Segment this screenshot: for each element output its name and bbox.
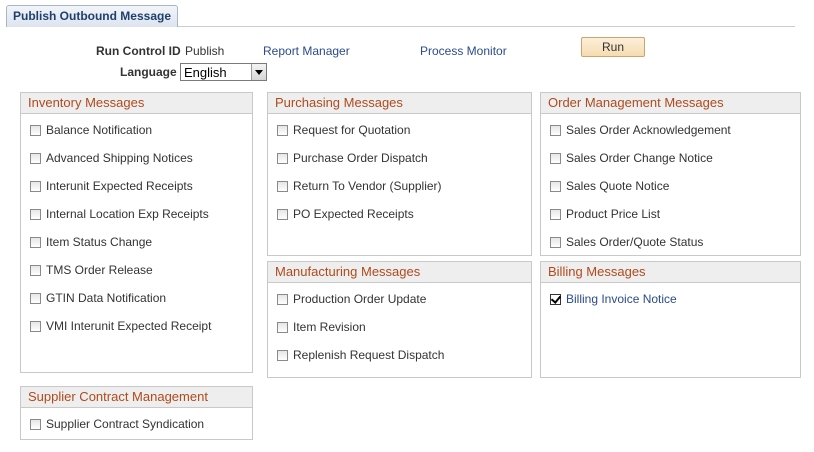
checkbox-item[interactable]: GTIN Data Notification	[30, 290, 166, 306]
checkbox-icon[interactable]	[30, 124, 41, 136]
checkbox-item[interactable]: Balance Notification	[30, 122, 152, 138]
checkbox-item[interactable]: Billing Invoice Notice	[550, 291, 677, 307]
checkbox-item[interactable]: PO Expected Receipts	[277, 206, 414, 222]
checkbox-icon[interactable]	[550, 180, 561, 192]
language-select[interactable]: English	[180, 63, 267, 81]
tab-divider	[178, 26, 795, 27]
checkbox-icon[interactable]	[277, 321, 288, 333]
process-monitor-link[interactable]: Process Monitor	[420, 44, 507, 58]
checkbox-item[interactable]: TMS Order Release	[30, 262, 153, 278]
checkbox-item[interactable]: Interunit Expected Receipts	[30, 178, 193, 194]
run-control-id-label: Run Control ID	[96, 44, 181, 58]
checkbox-label[interactable]: Product Price List	[566, 207, 660, 221]
checkbox-label[interactable]: Item Revision	[293, 320, 366, 334]
checkbox-checked-icon[interactable]	[550, 293, 561, 305]
checkbox-icon[interactable]	[30, 236, 41, 248]
checkbox-icon[interactable]	[30, 264, 41, 276]
group-title: Manufacturing Messages	[268, 262, 531, 283]
checkbox-icon[interactable]	[30, 418, 41, 430]
checkbox-icon[interactable]	[30, 292, 41, 304]
checkbox-item[interactable]: Request for Quotation	[277, 122, 410, 138]
checkbox-label[interactable]: Supplier Contract Syndication	[46, 417, 204, 431]
report-manager-link[interactable]: Report Manager	[263, 44, 350, 58]
checkbox-icon[interactable]	[550, 124, 561, 136]
checkbox-label[interactable]: Billing Invoice Notice	[566, 292, 677, 306]
checkbox-item[interactable]: Production Order Update	[277, 291, 426, 307]
group-title: Billing Messages	[541, 262, 800, 283]
checkbox-item[interactable]: Item Status Change	[30, 234, 152, 250]
checkbox-item[interactable]: Return To Vendor (Supplier)	[277, 178, 442, 194]
checkbox-item[interactable]: Sales Order Change Notice	[550, 150, 713, 166]
group-title: Inventory Messages	[21, 93, 252, 114]
checkbox-label[interactable]: PO Expected Receipts	[293, 207, 414, 221]
billing-messages-group: Billing Messages Billing Invoice Notice	[540, 261, 801, 378]
checkbox-label[interactable]: TMS Order Release	[46, 263, 153, 277]
checkbox-label[interactable]: Replenish Request Dispatch	[293, 348, 444, 362]
checkbox-label[interactable]: Sales Order Change Notice	[566, 151, 713, 165]
checkbox-label[interactable]: Item Status Change	[46, 235, 152, 249]
checkbox-label[interactable]: Sales Order/Quote Status	[566, 235, 703, 249]
checkbox-icon[interactable]	[277, 208, 288, 220]
checkbox-label[interactable]: Interunit Expected Receipts	[46, 179, 193, 193]
inventory-messages-group: Inventory Messages Balance Notification A…	[20, 92, 253, 373]
run-control-id-value: Publish	[185, 44, 225, 58]
checkbox-item[interactable]: Purchase Order Dispatch	[277, 150, 428, 166]
checkbox-label[interactable]: Sales Quote Notice	[566, 179, 669, 193]
group-title: Order Management Messages	[541, 93, 800, 114]
checkbox-label[interactable]: Balance Notification	[46, 123, 152, 137]
checkbox-item[interactable]: Item Revision	[277, 319, 366, 335]
checkbox-icon[interactable]	[550, 208, 561, 220]
checkbox-icon[interactable]	[550, 236, 561, 248]
checkbox-item[interactable]: VMI Interunit Expected Receipt	[30, 318, 211, 334]
run-button[interactable]: Run	[581, 37, 645, 57]
checkbox-label[interactable]: VMI Interunit Expected Receipt	[46, 319, 211, 333]
checkbox-icon[interactable]	[277, 349, 288, 361]
order-management-messages-group: Order Management Messages Sales Order Ac…	[540, 92, 801, 256]
manufacturing-messages-group: Manufacturing Messages Production Order …	[267, 261, 532, 378]
checkbox-item[interactable]: Sales Order/Quote Status	[550, 234, 703, 250]
checkbox-label[interactable]: Internal Location Exp Receipts	[46, 207, 209, 221]
purchasing-messages-group: Purchasing Messages Request for Quotatio…	[267, 92, 532, 256]
supplier-contract-management-group: Supplier Contract Management Supplier Co…	[20, 386, 253, 440]
dropdown-arrow-icon[interactable]	[251, 64, 266, 80]
checkbox-item[interactable]: Advanced Shipping Notices	[30, 150, 193, 166]
checkbox-label[interactable]: Purchase Order Dispatch	[293, 151, 428, 165]
checkbox-label[interactable]: Advanced Shipping Notices	[46, 151, 193, 165]
checkbox-icon[interactable]	[30, 320, 41, 332]
checkbox-item[interactable]: Sales Order Acknowledgement	[550, 122, 731, 138]
checkbox-label[interactable]: Return To Vendor (Supplier)	[293, 179, 442, 193]
checkbox-item[interactable]: Supplier Contract Syndication	[30, 416, 204, 432]
tab-publish-outbound-message[interactable]: Publish Outbound Message	[6, 5, 178, 27]
checkbox-label[interactable]: Production Order Update	[293, 292, 426, 306]
checkbox-icon[interactable]	[30, 152, 41, 164]
checkbox-item[interactable]: Replenish Request Dispatch	[277, 347, 444, 363]
checkbox-icon[interactable]	[30, 180, 41, 192]
checkbox-icon[interactable]	[277, 293, 288, 305]
checkbox-label[interactable]: Sales Order Acknowledgement	[566, 123, 731, 137]
checkbox-label[interactable]: Request for Quotation	[293, 123, 410, 137]
group-title: Purchasing Messages	[268, 93, 531, 114]
group-title: Supplier Contract Management	[21, 387, 252, 408]
checkbox-label[interactable]: GTIN Data Notification	[46, 291, 166, 305]
language-selected-value: English	[184, 65, 227, 80]
checkbox-icon[interactable]	[277, 124, 288, 136]
language-label: Language	[120, 65, 177, 79]
checkbox-icon[interactable]	[277, 180, 288, 192]
checkbox-icon[interactable]	[550, 152, 561, 164]
checkbox-item[interactable]: Internal Location Exp Receipts	[30, 206, 209, 222]
checkbox-item[interactable]: Product Price List	[550, 206, 660, 222]
checkbox-icon[interactable]	[30, 208, 41, 220]
checkbox-icon[interactable]	[277, 152, 288, 164]
checkbox-item[interactable]: Sales Quote Notice	[550, 178, 669, 194]
